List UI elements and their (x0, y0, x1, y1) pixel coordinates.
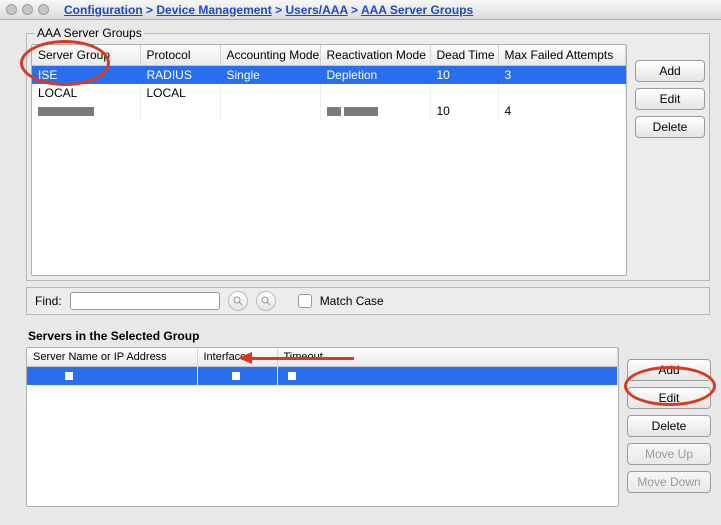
col-timeout[interactable]: Timeout (277, 348, 618, 367)
server-groups-table[interactable]: Server Group Protocol Accounting Mode Re… (31, 44, 627, 276)
add-button[interactable]: Add (635, 60, 705, 82)
table-row[interactable]: LOCAL LOCAL (32, 84, 626, 102)
col-server-group[interactable]: Server Group (32, 45, 140, 66)
table-row[interactable]: ISE RADIUS Single Depletion 10 3 (32, 66, 626, 85)
servers-header-row: Server Name or IP Address Interface Time… (27, 348, 618, 367)
edit-button[interactable]: Edit (635, 88, 705, 110)
match-case-checkbox[interactable] (298, 294, 312, 308)
table-row[interactable]: 10 4 (32, 102, 626, 120)
window-titlebar: Configuration > Device Management > User… (0, 0, 721, 20)
close-icon[interactable] (6, 4, 17, 15)
col-accounting-mode[interactable]: Accounting Mode (220, 45, 320, 66)
server-groups-header-row: Server Group Protocol Accounting Mode Re… (32, 45, 626, 66)
servers-edit-button[interactable]: Edit (627, 387, 711, 409)
servers-move-up-button[interactable]: Move Up (627, 443, 711, 465)
breadcrumb-configuration[interactable]: Configuration (64, 3, 143, 17)
col-server-name[interactable]: Server Name or IP Address (27, 348, 197, 367)
find-prev-icon[interactable] (228, 291, 248, 311)
match-case-label: Match Case (320, 294, 384, 308)
table-row[interactable] (27, 367, 618, 386)
aaa-server-groups-panel: AAA Server Groups Server Group Protocol … (26, 26, 710, 281)
col-protocol[interactable]: Protocol (140, 45, 220, 66)
delete-button[interactable]: Delete (635, 116, 705, 138)
col-max-failed[interactable]: Max Failed Attempts (498, 45, 626, 66)
breadcrumb: Configuration > Device Management > User… (64, 3, 473, 17)
servers-delete-button[interactable]: Delete (627, 415, 711, 437)
aaa-server-groups-title: AAA Server Groups (35, 26, 144, 40)
find-label: Find: (35, 294, 62, 308)
servers-table[interactable]: Server Name or IP Address Interface Time… (26, 347, 619, 507)
find-next-icon[interactable] (256, 291, 276, 311)
servers-add-button[interactable]: Add (627, 359, 711, 381)
col-reactivation-mode[interactable]: Reactivation Mode (320, 45, 430, 66)
servers-move-down-button[interactable]: Move Down (627, 471, 711, 493)
breadcrumb-users-aaa[interactable]: Users/AAA (285, 3, 347, 17)
breadcrumb-aaa-server-groups[interactable]: AAA Server Groups (361, 3, 473, 17)
servers-section-title: Servers in the Selected Group (28, 329, 711, 343)
find-bar: Find: Match Case (26, 287, 710, 315)
breadcrumb-device-management[interactable]: Device Management (156, 3, 271, 17)
zoom-icon[interactable] (38, 4, 49, 15)
minimize-icon[interactable] (22, 4, 33, 15)
find-input[interactable] (70, 292, 220, 310)
col-dead-time[interactable]: Dead Time (430, 45, 498, 66)
col-interface[interactable]: Interface (197, 348, 277, 367)
